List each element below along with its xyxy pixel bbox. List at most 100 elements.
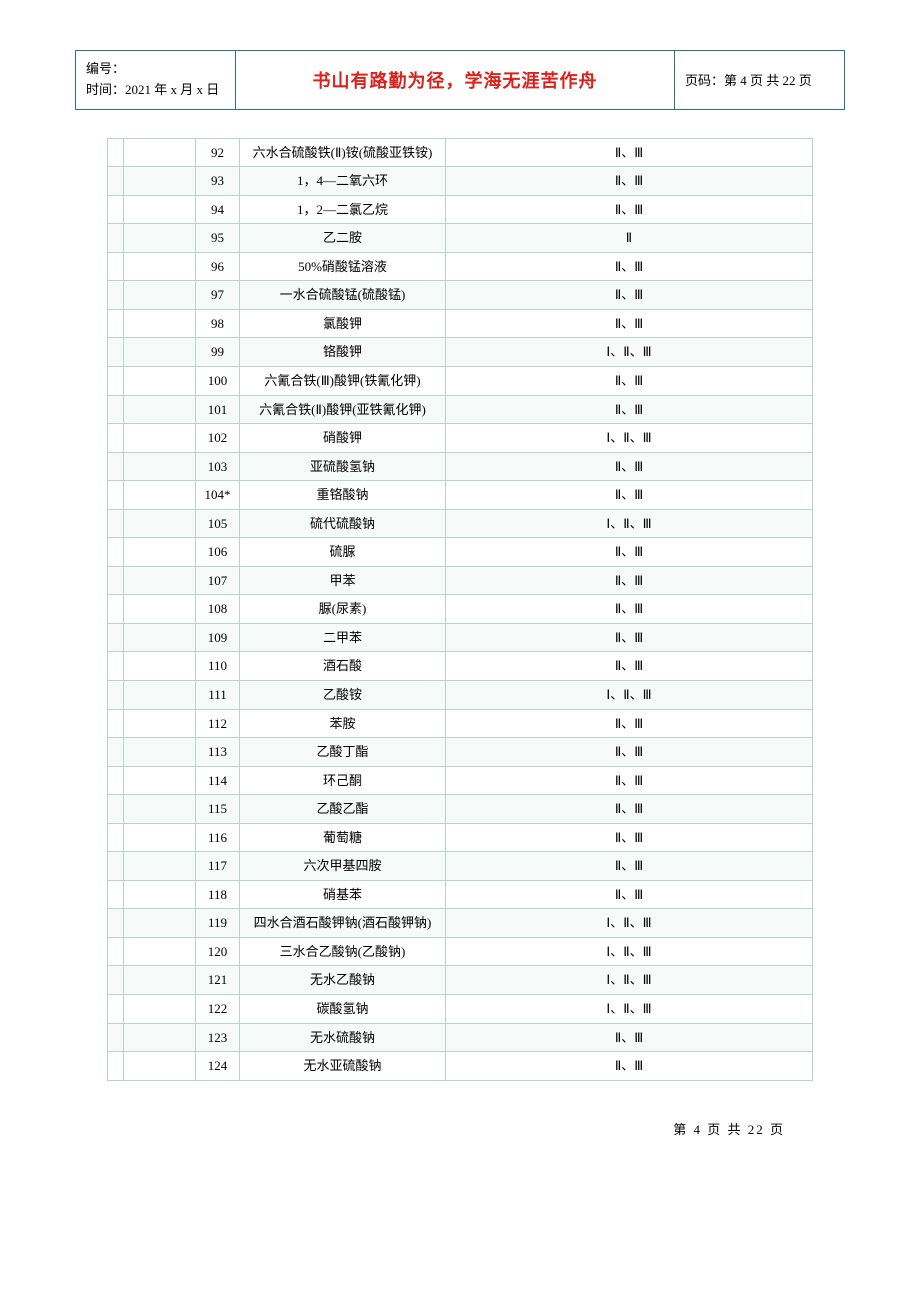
table-row: 101六氰合铁(Ⅱ)酸钾(亚铁氰化钾)Ⅱ、Ⅲ [108, 395, 813, 424]
spacer-cell [124, 195, 196, 224]
time-value: 2021 年 x 月 x 日 [125, 82, 219, 97]
row-chemical-name: 硫脲 [240, 538, 446, 567]
row-category: Ⅱ、Ⅲ [446, 195, 813, 224]
spacer-cell [108, 538, 124, 567]
table-row: 103亚硫酸氢钠Ⅱ、Ⅲ [108, 452, 813, 481]
row-chemical-name: 无水硫酸钠 [240, 1023, 446, 1052]
table-row: 124无水亚硫酸钠Ⅱ、Ⅲ [108, 1052, 813, 1081]
spacer-cell [124, 566, 196, 595]
spacer-cell [124, 966, 196, 995]
row-chemical-name: 四水合酒石酸钾钠(酒石酸钾钠) [240, 909, 446, 938]
spacer-cell [108, 680, 124, 709]
row-chemical-name: 无水亚硫酸钠 [240, 1052, 446, 1081]
row-index: 115 [196, 795, 240, 824]
spacer-cell [108, 995, 124, 1024]
table-row: 120三水合乙酸钠(乙酸钠)Ⅰ、Ⅱ、Ⅲ [108, 937, 813, 966]
row-chemical-name: 六水合硫酸铁(Ⅱ)铵(硫酸亚铁铵) [240, 138, 446, 167]
table-row: 95乙二胺Ⅱ [108, 224, 813, 253]
table-row: 100六氰合铁(Ⅲ)酸钾(铁氰化钾)Ⅱ、Ⅲ [108, 366, 813, 395]
row-index: 117 [196, 852, 240, 881]
row-index: 120 [196, 937, 240, 966]
table-row: 9650%硝酸锰溶液Ⅱ、Ⅲ [108, 252, 813, 281]
row-index: 110 [196, 652, 240, 681]
row-index: 116 [196, 823, 240, 852]
table-row: 123无水硫酸钠Ⅱ、Ⅲ [108, 1023, 813, 1052]
row-chemical-name: 亚硫酸氢钠 [240, 452, 446, 481]
table-row: 107甲苯Ⅱ、Ⅲ [108, 566, 813, 595]
bianhao-line: 编号： [86, 59, 225, 80]
data-table-body: 92六水合硫酸铁(Ⅱ)铵(硫酸亚铁铵)Ⅱ、Ⅲ931，4—二氧六环Ⅱ、Ⅲ941，2… [108, 138, 813, 1080]
spacer-cell [124, 995, 196, 1024]
row-category: Ⅰ、Ⅱ、Ⅲ [446, 937, 813, 966]
row-index: 101 [196, 395, 240, 424]
row-chemical-name: 碳酸氢钠 [240, 995, 446, 1024]
table-row: 122碳酸氢钠Ⅰ、Ⅱ、Ⅲ [108, 995, 813, 1024]
row-category: Ⅱ、Ⅲ [446, 595, 813, 624]
row-chemical-name: 六氰合铁(Ⅱ)酸钾(亚铁氰化钾) [240, 395, 446, 424]
table-row: 104*重铬酸钠Ⅱ、Ⅲ [108, 481, 813, 510]
row-category: Ⅱ、Ⅲ [446, 738, 813, 767]
table-row: 115乙酸乙酯Ⅱ、Ⅲ [108, 795, 813, 824]
spacer-cell [108, 452, 124, 481]
spacer-cell [108, 652, 124, 681]
row-category: Ⅱ、Ⅲ [446, 309, 813, 338]
row-category: Ⅱ、Ⅲ [446, 138, 813, 167]
row-chemical-name: 铬酸钾 [240, 338, 446, 367]
row-category: Ⅱ、Ⅲ [446, 452, 813, 481]
row-chemical-name: 1，4—二氧六环 [240, 167, 446, 196]
row-chemical-name: 环己酮 [240, 766, 446, 795]
table-row: 121无水乙酸钠Ⅰ、Ⅱ、Ⅲ [108, 966, 813, 995]
time-label: 时间： [86, 82, 125, 97]
row-index: 112 [196, 709, 240, 738]
row-chemical-name: 六次甲基四胺 [240, 852, 446, 881]
spacer-cell [124, 252, 196, 281]
content-wrap: 92六水合硫酸铁(Ⅱ)铵(硫酸亚铁铵)Ⅱ、Ⅲ931，4—二氧六环Ⅱ、Ⅲ941，2… [107, 138, 813, 1081]
row-category: Ⅱ、Ⅲ [446, 481, 813, 510]
row-chemical-name: 乙酸丁酯 [240, 738, 446, 767]
spacer-cell [108, 395, 124, 424]
spacer-cell [124, 909, 196, 938]
table-row: 99铬酸钾Ⅰ、Ⅱ、Ⅲ [108, 338, 813, 367]
spacer-cell [108, 138, 124, 167]
table-row: 931，4—二氧六环Ⅱ、Ⅲ [108, 167, 813, 196]
page-value: 第 4 页 共 22 页 [724, 73, 812, 88]
row-chemical-name: 1，2—二氯乙烷 [240, 195, 446, 224]
footer-page-text: 第 4 页 共 22 页 [673, 1122, 785, 1137]
row-category: Ⅰ、Ⅱ、Ⅲ [446, 909, 813, 938]
row-index: 113 [196, 738, 240, 767]
row-index: 114 [196, 766, 240, 795]
spacer-cell [108, 195, 124, 224]
data-table: 92六水合硫酸铁(Ⅱ)铵(硫酸亚铁铵)Ⅱ、Ⅲ931，4—二氧六环Ⅱ、Ⅲ941，2… [107, 138, 813, 1081]
page-label: 页码： [685, 73, 724, 88]
row-chemical-name: 重铬酸钠 [240, 481, 446, 510]
spacer-cell [124, 680, 196, 709]
spacer-cell [108, 281, 124, 310]
spacer-cell [124, 538, 196, 567]
row-index: 98 [196, 309, 240, 338]
spacer-cell [124, 309, 196, 338]
row-category: Ⅱ、Ⅲ [446, 566, 813, 595]
row-index: 105 [196, 509, 240, 538]
row-chemical-name: 三水合乙酸钠(乙酸钠) [240, 937, 446, 966]
spacer-cell [108, 595, 124, 624]
row-index: 95 [196, 224, 240, 253]
row-category: Ⅰ、Ⅱ、Ⅲ [446, 680, 813, 709]
spacer-cell [124, 424, 196, 453]
spacer-cell [108, 966, 124, 995]
row-index: 93 [196, 167, 240, 196]
header-motto: 书山有路勤为径，学海无涯苦作舟 [313, 71, 598, 91]
spacer-cell [124, 224, 196, 253]
header-motto-cell: 书山有路勤为径，学海无涯苦作舟 [236, 51, 675, 110]
row-index: 107 [196, 566, 240, 595]
row-index: 111 [196, 680, 240, 709]
spacer-cell [108, 309, 124, 338]
spacer-cell [108, 852, 124, 881]
spacer-cell [124, 595, 196, 624]
table-row: 118硝基苯Ⅱ、Ⅲ [108, 880, 813, 909]
header-table: 编号： 时间：2021 年 x 月 x 日 书山有路勤为径，学海无涯苦作舟 页码… [75, 50, 845, 110]
row-category: Ⅱ、Ⅲ [446, 281, 813, 310]
row-chemical-name: 一水合硫酸锰(硫酸锰) [240, 281, 446, 310]
bianhao-label: 编号： [86, 61, 125, 76]
table-row: 941，2—二氯乙烷Ⅱ、Ⅲ [108, 195, 813, 224]
spacer-cell [108, 709, 124, 738]
